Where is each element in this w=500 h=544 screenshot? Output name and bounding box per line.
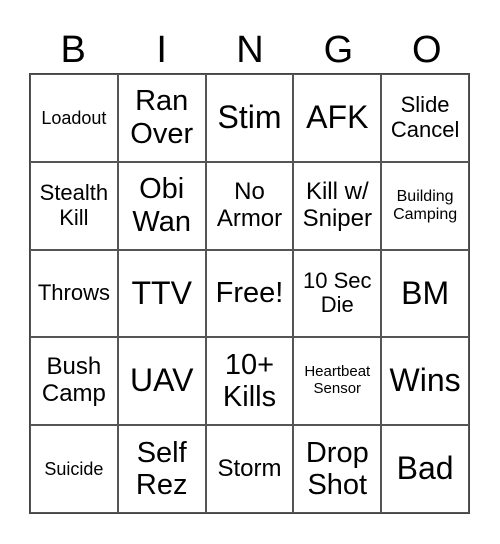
bingo-cell[interactable]: BM [381, 249, 469, 338]
bingo-cell[interactable]: Stim [205, 74, 294, 162]
bingo-cell[interactable]: Throws [30, 249, 118, 338]
bingo-cell[interactable]: Suicide [30, 425, 118, 513]
bingo-cell[interactable]: UAV [117, 337, 206, 426]
bingo-cell[interactable]: Bush Camp [30, 337, 118, 426]
bingo-cell[interactable]: Obi Wan [117, 161, 206, 250]
bingo-cell[interactable]: Slide Cancel [381, 74, 469, 162]
header-letter-i: I [156, 29, 167, 71]
bingo-cell[interactable]: TTV [117, 249, 206, 338]
bingo-cell[interactable]: Drop Shot [293, 425, 382, 513]
free-space-cell[interactable]: Free! [205, 249, 294, 338]
bingo-cell[interactable]: Stealth Kill [30, 161, 118, 250]
bingo-cell[interactable]: AFK [293, 74, 382, 162]
header-letter-o: O [412, 29, 442, 71]
bingo-cell[interactable]: 10 Sec Die [293, 249, 382, 338]
bingo-cell[interactable]: Building Camping [381, 161, 469, 250]
bingo-cell[interactable]: Wins [381, 337, 469, 426]
bingo-cell[interactable]: Ran Over [117, 74, 206, 162]
header-letter-n: N [236, 29, 264, 71]
header-letter-b: B [60, 29, 86, 71]
bingo-cell[interactable]: Loadout [30, 74, 118, 162]
bingo-cell[interactable]: Storm [205, 425, 294, 513]
bingo-cell[interactable]: Bad [381, 425, 469, 513]
bingo-cell[interactable]: 10+ Kills [205, 337, 294, 426]
bingo-cell[interactable]: No Armor [205, 161, 294, 250]
header-letter-g: G [323, 29, 354, 71]
bingo-cell[interactable]: Heartbeat Sensor [293, 337, 382, 426]
bingo-grid: Loadout Ran Over Stim AFK Slide Cancel S… [29, 73, 470, 514]
bingo-cell[interactable]: Kill w/ Sniper [293, 161, 382, 250]
bingo-cell[interactable]: Self Rez [117, 425, 206, 513]
bingo-header: B I N G O [29, 28, 471, 72]
